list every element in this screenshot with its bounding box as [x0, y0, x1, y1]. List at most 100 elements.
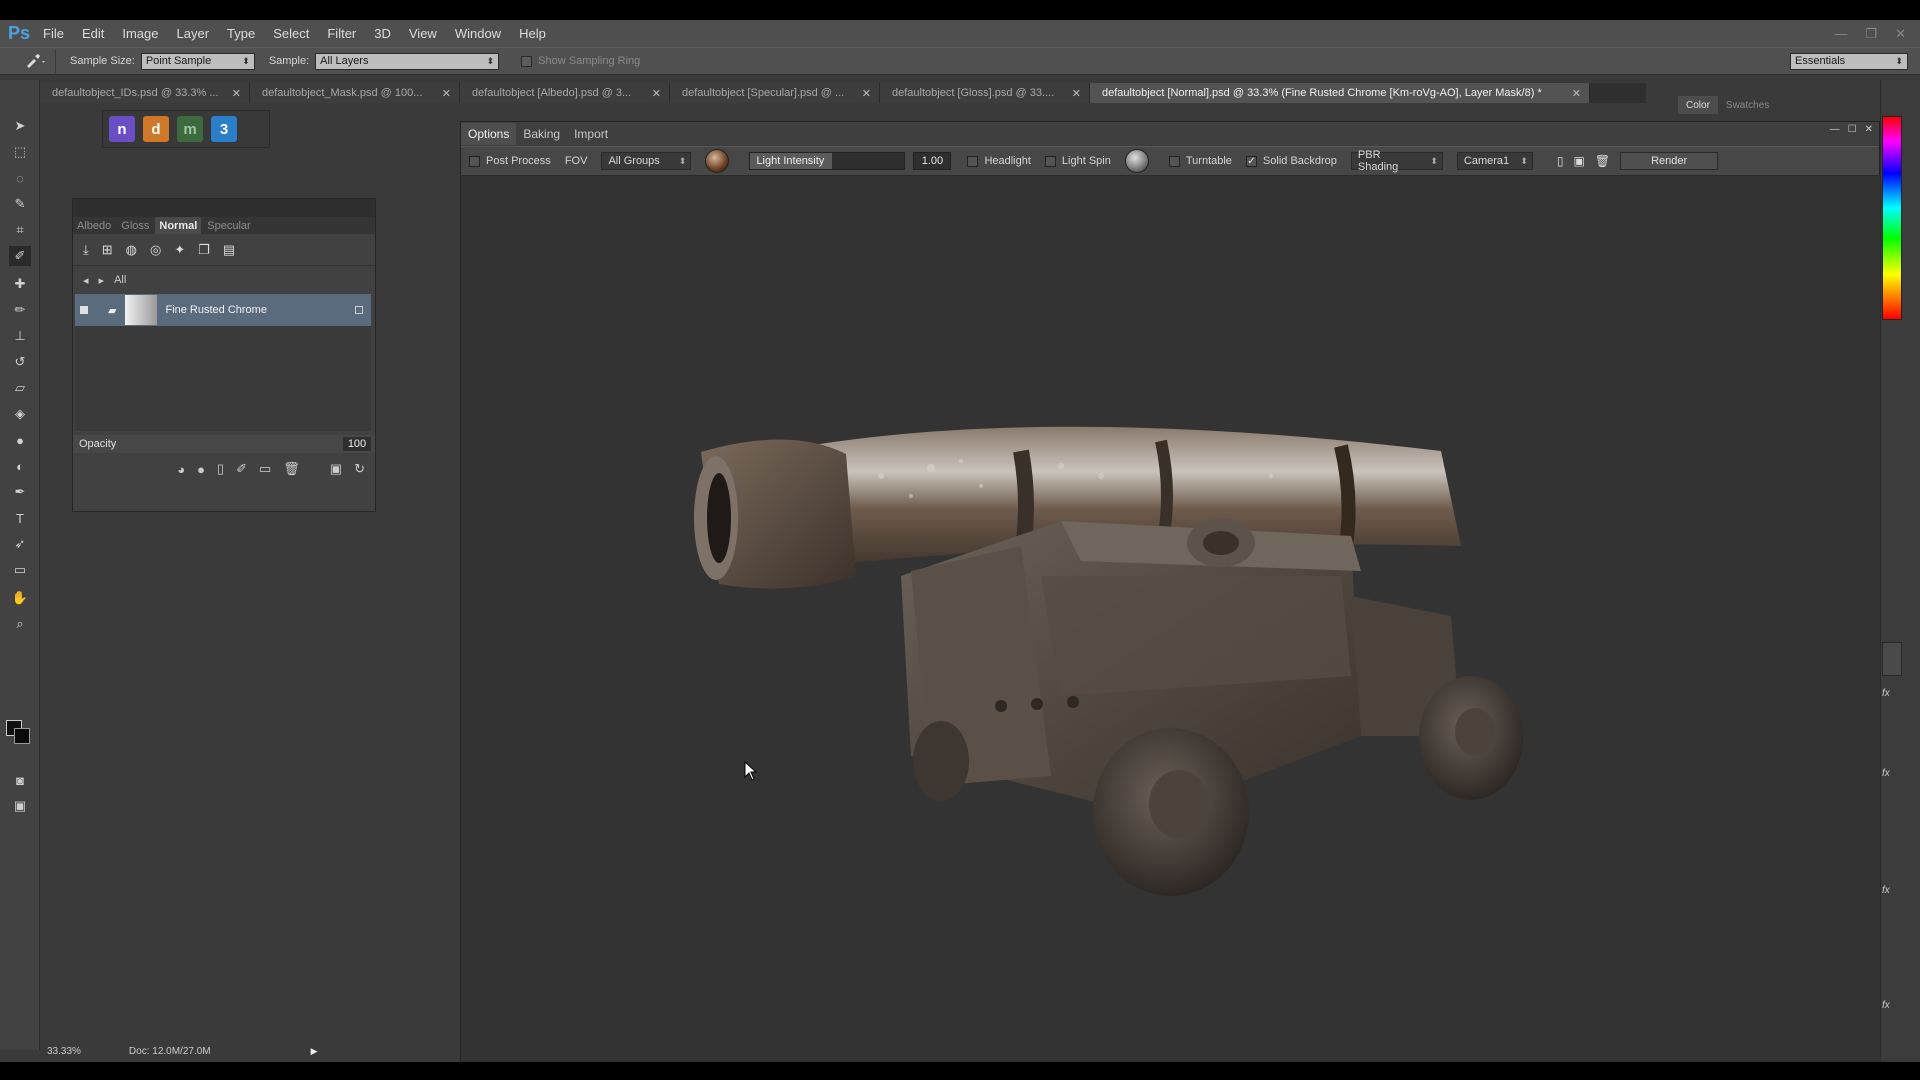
close-tab-icon[interactable]: ✕: [1572, 87, 1581, 100]
new-material-icon[interactable]: ⊞: [102, 242, 113, 258]
history-brush-tool-icon[interactable]: ↺: [9, 352, 31, 372]
hand-tool-icon[interactable]: ✋: [9, 588, 31, 608]
layer-mask-icon[interactable]: [355, 306, 363, 314]
fx-icon[interactable]: fx: [1882, 1000, 1890, 1011]
menu-edit[interactable]: Edit: [73, 26, 113, 41]
fx-icon[interactable]: fx: [1882, 885, 1890, 896]
menu-view[interactable]: View: [400, 26, 446, 41]
post-process-label[interactable]: Post Process: [486, 155, 551, 167]
path-selection-tool-icon[interactable]: ➶: [9, 534, 31, 554]
layer-row[interactable]: ▰ Fine Rusted Chrome: [75, 294, 371, 326]
folder-icon[interactable]: ▭: [259, 461, 271, 477]
fov-dropdown[interactable]: FOV: [565, 155, 588, 167]
render-button[interactable]: Render: [1620, 152, 1719, 170]
circle-icon[interactable]: ●: [197, 462, 205, 477]
doc-tab-gloss[interactable]: defaultobject [Gloss].psd @ 33.... ✕: [880, 83, 1090, 103]
pen-tool-icon[interactable]: ✒: [9, 482, 31, 502]
matcap-sphere-icon[interactable]: [1124, 149, 1149, 173]
lasso-tool-icon[interactable]: ◌: [9, 168, 31, 188]
smart-material-icon[interactable]: ◍: [126, 242, 137, 258]
tab-import[interactable]: Import: [567, 123, 615, 145]
zoom-tool-icon[interactable]: ⌕: [9, 614, 31, 634]
tab-albedo[interactable]: Albedo: [73, 217, 115, 234]
restore-icon[interactable]: ❐: [1865, 26, 1877, 42]
tab-normal[interactable]: Normal: [155, 217, 202, 234]
fx-icon[interactable]: fx: [1882, 688, 1890, 699]
close-icon[interactable]: ✕: [1865, 124, 1873, 135]
plugin-n-icon[interactable]: n: [109, 116, 135, 142]
new-file-icon[interactable]: ▯: [1557, 154, 1564, 168]
breadcrumb-label[interactable]: All: [114, 274, 126, 286]
doc-tab-specular[interactable]: defaultobject [Specular].psd @ ... ✕: [670, 83, 880, 103]
brush-preset-icon[interactable]: ✦: [174, 242, 185, 258]
menu-help[interactable]: Help: [510, 26, 555, 41]
menu-file[interactable]: File: [34, 26, 73, 41]
solid-backdrop-label[interactable]: Solid Backdrop: [1263, 155, 1337, 167]
hue-spectrum[interactable]: [1882, 116, 1902, 320]
post-process-checkbox[interactable]: [469, 155, 480, 167]
clone-stamp-tool-icon[interactable]: ⊥: [9, 326, 31, 346]
eyedropper-tool-icon[interactable]: ✐: [9, 246, 31, 266]
close-tab-icon[interactable]: ✕: [442, 87, 451, 100]
sphere-icon[interactable]: ◕: [177, 462, 185, 477]
turntable-checkbox[interactable]: [1168, 155, 1180, 167]
tab-options[interactable]: Options: [461, 123, 517, 145]
plugin-3-icon[interactable]: 3: [211, 116, 237, 142]
close-icon[interactable]: ✕: [1895, 26, 1906, 42]
mask-icon[interactable]: ◎: [150, 242, 161, 258]
opacity-input[interactable]: 100: [343, 437, 371, 451]
minimize-icon[interactable]: —: [1834, 26, 1847, 41]
light-intensity-slider[interactable]: Light Intensity: [749, 152, 906, 170]
camera-select[interactable]: Camera1: [1456, 152, 1533, 170]
tab-color[interactable]: Color: [1678, 96, 1718, 114]
headlight-checkbox[interactable]: [967, 155, 979, 167]
rectangle-tool-icon[interactable]: ▭: [9, 560, 31, 580]
tab-swatches[interactable]: Swatches: [1718, 96, 1777, 114]
menu-select[interactable]: Select: [264, 26, 318, 41]
light-environment-icon[interactable]: [705, 149, 730, 173]
page-icon[interactable]: ▯: [217, 461, 224, 477]
trash-icon[interactable]: 🗑: [283, 461, 300, 477]
move-tool-icon[interactable]: ➤: [9, 116, 31, 136]
menu-3d[interactable]: 3D: [365, 26, 400, 41]
workspace-select[interactable]: Essentials: [1790, 52, 1908, 70]
menu-window[interactable]: Window: [446, 26, 510, 41]
background-color-swatch[interactable]: [14, 728, 30, 744]
tab-specular[interactable]: Specular: [203, 217, 254, 234]
light-spin-checkbox[interactable]: [1044, 155, 1056, 167]
plugin-m-icon[interactable]: m: [177, 116, 203, 142]
tab-baking[interactable]: Baking: [516, 123, 567, 145]
groups-select[interactable]: All Groups: [601, 152, 692, 170]
save-icon[interactable]: ▣: [1574, 154, 1585, 168]
duplicate-icon[interactable]: ❐: [198, 242, 210, 258]
refresh-icon[interactable]: ↻: [354, 461, 365, 477]
forward-arrow-icon[interactable]: ▸: [99, 274, 105, 287]
crop-tool-icon[interactable]: ⌗: [9, 220, 31, 240]
zoom-level[interactable]: 33.33%: [47, 1046, 81, 1057]
layer-slot-highlight[interactable]: [1882, 642, 1902, 676]
type-tool-icon[interactable]: T: [9, 508, 31, 528]
plugin-d-icon[interactable]: d: [143, 116, 169, 142]
light-spin-label[interactable]: Light Spin: [1062, 155, 1111, 167]
eyedropper-tool-preset[interactable]: [14, 49, 56, 73]
doc-tab-mask[interactable]: defaultobject_Mask.psd @ 100... ✕: [250, 83, 460, 103]
headlight-label[interactable]: Headlight: [984, 155, 1030, 167]
paint-bucket-tool-icon[interactable]: ◈: [9, 404, 31, 424]
3d-viewport[interactable]: [461, 176, 1881, 1064]
save-icon[interactable]: ▣: [330, 461, 342, 477]
maximize-icon[interactable]: ☐: [1848, 124, 1857, 135]
shading-select[interactable]: PBR Shading: [1350, 149, 1443, 173]
menu-layer[interactable]: Layer: [168, 26, 219, 41]
brush-tool-icon[interactable]: ✏: [9, 300, 31, 320]
eraser-tool-icon[interactable]: ▱: [9, 378, 31, 398]
brush-icon[interactable]: ✐: [236, 461, 247, 477]
healing-brush-tool-icon[interactable]: ✚: [9, 274, 31, 294]
menu-image[interactable]: Image: [113, 26, 167, 41]
doc-tab-ids[interactable]: defaultobject_IDs.psd @ 33.3% ... ✕: [40, 83, 250, 103]
marquee-tool-icon[interactable]: ⬚: [9, 142, 31, 162]
close-tab-icon[interactable]: ✕: [1072, 87, 1081, 100]
quick-select-tool-icon[interactable]: ✎: [9, 194, 31, 214]
close-tab-icon[interactable]: ✕: [652, 87, 661, 100]
dodge-tool-icon[interactable]: ◐: [9, 456, 31, 476]
tab-gloss[interactable]: Gloss: [117, 217, 153, 234]
